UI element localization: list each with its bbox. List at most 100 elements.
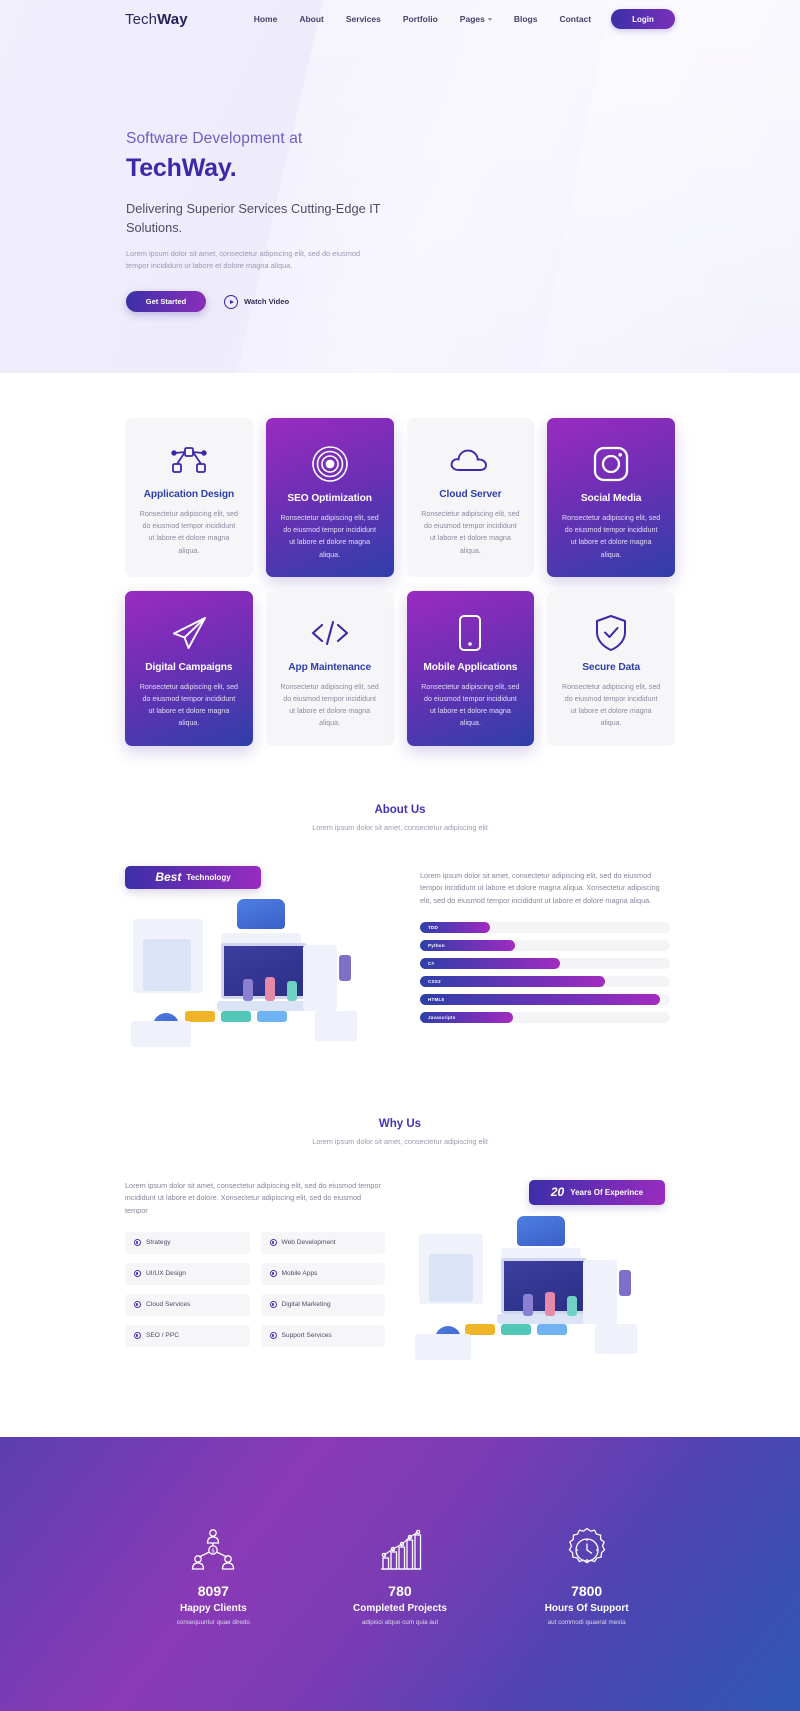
service-card-digital-campaigns[interactable]: Digital Campaigns Ronsectetur adipiscing… [125, 590, 253, 746]
service-title: Social Media [580, 493, 642, 504]
why-us-content-row: Lorem ipsum dolor sit amet, consectetur … [125, 1179, 675, 1379]
nav-item-blogs[interactable]: Blogs [514, 14, 538, 24]
skill-label: Javascripts [428, 1014, 456, 1020]
best-technology-badge: Best Technology [125, 865, 261, 889]
feature-label: Mobile Apps [281, 1270, 318, 1278]
service-card-social-media[interactable]: Social Media Ronsectetur adipiscing elit… [547, 418, 675, 577]
years-experience-badge: 20 Years Of Experince [529, 1179, 665, 1205]
hero-title: TechWay. [126, 154, 237, 182]
hero-decorative-shape-2 [497, 0, 800, 373]
nav-label: Contact [559, 14, 592, 24]
feature-label: Cloud Services [146, 1301, 191, 1309]
bullet-icon [134, 1270, 141, 1278]
service-title: App Maintenance [288, 661, 372, 673]
feature-item-web-development[interactable]: Web Development [260, 1231, 385, 1254]
skill-bar-csharp: C# [420, 957, 670, 969]
skill-label: Python [428, 942, 445, 948]
target-icon [280, 444, 380, 484]
nav-item-about[interactable]: About [299, 14, 324, 24]
skill-track: Javascripts [420, 1011, 670, 1023]
service-description: Ronsectetur adipiscing elit, sed do eius… [139, 510, 238, 555]
site-logo[interactable]: TechWay [125, 11, 188, 28]
nav-label: Blogs [513, 14, 538, 24]
feature-item-mobile-apps[interactable]: Mobile Apps [260, 1262, 385, 1285]
why-us-subtitle: Lorem ipsum dolor sit amet, consectetur … [312, 1136, 488, 1146]
bullet-icon [134, 1239, 141, 1247]
nav-item-services[interactable]: Services [346, 14, 381, 24]
about-subtitle: Lorem ipsum dolor sit amet, consectetur … [312, 822, 488, 832]
service-description: Ronsectetur adipiscing elit, sed do eius… [280, 682, 379, 728]
why-us-feature-grid: Strategy Web Development UI/UX Design Mo… [125, 1231, 385, 1347]
login-button[interactable]: Login [611, 9, 675, 29]
feature-label: SEO / PPC [146, 1332, 179, 1340]
feature-item-strategy[interactable]: Strategy [125, 1231, 250, 1254]
feature-item-seo-ppc[interactable]: SEO / PPC [125, 1324, 250, 1347]
svg-text:$: $ [212, 1549, 215, 1555]
about-illustration-column: Best Technology [125, 865, 390, 1058]
skill-track: TDD [420, 921, 670, 933]
stat-happy-clients: $ 8097 Happy Clients consequuntur quae d… [123, 1521, 303, 1626]
stat-number: 780 [388, 1583, 412, 1599]
stat-label: Hours Of Support [544, 1603, 629, 1614]
service-card-cloud-server[interactable]: Cloud Server Ronsectetur adipiscing elit… [406, 418, 535, 577]
service-title: Secure Data [582, 661, 641, 673]
why-us-text-column: Lorem ipsum dolor sit amet, consectetur … [125, 1180, 385, 1379]
service-title: Cloud Server [439, 489, 502, 500]
service-description: Ronsectetur adipiscing elit, sed do eius… [562, 682, 661, 728]
skill-label: C# [428, 960, 435, 966]
nav-label: Portfolio [402, 14, 438, 24]
nav-item-contact[interactable]: Contact [559, 14, 591, 24]
logo-prefix: Tech [125, 10, 158, 28]
skill-fill: Javascripts [420, 1011, 513, 1023]
stats-section: $ 8097 Happy Clients consequuntur quae d… [0, 1436, 800, 1711]
nav-label: Pages [459, 14, 485, 24]
why-us-section: Why Us Lorem ipsum dolor sit amet, conse… [0, 1058, 800, 1379]
skill-track: Python [420, 939, 670, 951]
stat-hours-of-support: 7800 Hours Of Support aut commodi quaera… [497, 1521, 677, 1626]
skill-fill: CSS3 [420, 975, 605, 987]
stat-number: 8097 [197, 1583, 229, 1599]
about-text-column: Lorem ipsum dolor sit amet, consectetur … [420, 866, 670, 1058]
nav-label: About [299, 14, 324, 24]
skill-fill: Python [420, 939, 515, 951]
service-description: Ronsectetur adipiscing elit, sed do eius… [562, 514, 661, 559]
watch-video-button[interactable]: Watch Video [224, 294, 290, 309]
stat-label: Happy Clients [179, 1603, 247, 1614]
code-icon [280, 613, 380, 653]
stat-sublabel: aut commodi quaerat mesta [547, 1619, 626, 1626]
about-content-row: Best Technology Lorem ipsum dolor sit am… [125, 865, 675, 1058]
service-card-secure-data[interactable]: Secure Data Ronsectetur adipiscing elit,… [547, 590, 675, 746]
about-title: About Us [374, 803, 426, 816]
watch-video-label: Watch Video [244, 297, 290, 307]
nav-item-pages[interactable]: Pages [460, 14, 492, 24]
skill-bar-tdd: TDD [420, 921, 670, 933]
get-started-button[interactable]: Get Started [126, 291, 206, 313]
why-us-paragraph: Lorem ipsum dolor sit amet, consectetur … [125, 1180, 381, 1216]
bullet-icon [269, 1239, 277, 1247]
gear-clock-icon [497, 1521, 677, 1573]
why-us-heading: Why Us Lorem ipsum dolor sit amet, conse… [125, 1118, 675, 1146]
badge-small-text: Technology [186, 872, 231, 882]
hero-subtitle: Delivering Superior Services Cutting-Edg… [126, 201, 381, 235]
service-card-application-design[interactable]: Application Design Ronsectetur adipiscin… [125, 418, 253, 577]
service-description: Ronsectetur adipiscing elit, sed do eius… [421, 510, 520, 555]
nav-label: Home [253, 14, 278, 24]
skill-fill: TDD [420, 921, 490, 933]
services-section: Application Design Ronsectetur adipiscin… [0, 373, 800, 746]
feature-item-support-services[interactable]: Support Services [260, 1324, 385, 1347]
bullet-icon [134, 1301, 141, 1309]
service-card-app-maintenance[interactable]: App Maintenance Ronsectetur adipiscing e… [265, 590, 394, 746]
feature-item-ui-ux-design[interactable]: UI/UX Design [125, 1262, 250, 1285]
nav-item-home[interactable]: Home [254, 14, 278, 24]
hero-content: Software Development at TechWay. Deliver… [0, 38, 460, 313]
feature-item-cloud-services[interactable]: Cloud Services [125, 1293, 250, 1316]
service-card-seo-optimization[interactable]: SEO Optimization Ronsectetur adipiscing … [265, 418, 394, 577]
hero-actions: Get Started Watch Video [126, 291, 460, 313]
feature-item-digital-marketing[interactable]: Digital Marketing [260, 1293, 385, 1316]
service-card-mobile-applications[interactable]: Mobile Applications Ronsectetur adipisci… [406, 590, 535, 746]
nav-item-portfolio[interactable]: Portfolio [403, 14, 438, 24]
about-section: About Us Lorem ipsum dolor sit amet, con… [0, 746, 800, 1058]
shield-check-icon [561, 613, 661, 653]
main-navbar: TechWay Home About Services Portfolio Pa… [0, 0, 800, 38]
nav-label: Services [345, 14, 381, 24]
